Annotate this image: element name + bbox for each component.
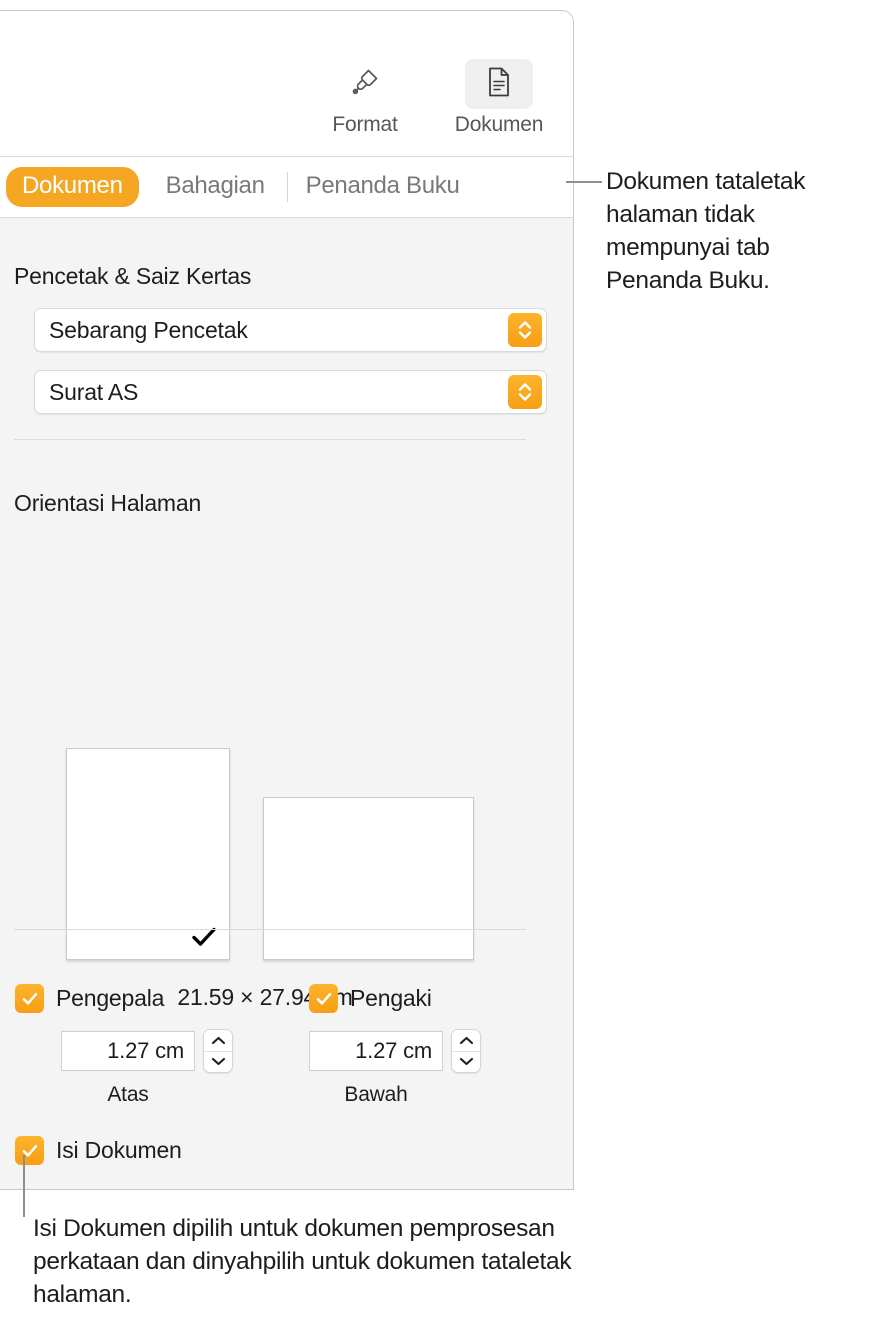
tab-penanda-buku[interactable]: Penanda Buku [306,167,460,207]
format-inspector-panel: Format Dokumen Dokumen Bahagian Penanda … [0,10,574,1190]
toolbar-button-format[interactable]: Format [299,59,431,137]
tab-bahagian[interactable]: Bahagian [166,167,265,207]
section-divider-2 [14,929,526,930]
printer-popup-value: Sebarang Pencetak [49,317,248,343]
checkbox-isi-dokumen[interactable] [15,1136,44,1165]
up-down-chevron-icon [508,375,542,409]
footer-margin-sublabel: Bawah [344,1083,408,1106]
checkmark-icon [22,992,37,1005]
up-down-chevron-icon [508,313,542,347]
checkbox-pengaki[interactable] [309,984,338,1013]
header-margin-value: 1.27 cm [107,1038,184,1063]
paper-size-popup-button[interactable]: Surat AS [34,370,547,414]
stepper-down-icon[interactable] [204,1052,232,1073]
section-divider-1 [14,439,526,440]
toolbar-button-format-label: Format [332,113,398,136]
printer-popup-button[interactable]: Sebarang Pencetak [34,308,547,352]
stepper-up-icon[interactable] [204,1030,232,1052]
header-margin-stepper[interactable] [203,1029,233,1073]
checkmark-icon [190,923,218,951]
checkbox-pengepala[interactable] [15,984,44,1013]
document-icon-wrap [465,59,533,109]
inspector-toolbar: Format Dokumen [0,11,573,156]
header-margin-input[interactable]: 1.27 cm [61,1031,195,1071]
footer-margin-value: 1.27 cm [355,1038,432,1063]
callout-document-body-text: Isi Dokumen dipilih untuk dokumen pempro… [33,1215,572,1308]
toolbar-button-dokumen[interactable]: Dokumen [433,59,565,137]
checkbox-isi-dokumen-label: Isi Dokumen [56,1137,182,1163]
footer-margin-stepper[interactable] [451,1029,481,1073]
tab-dokumen[interactable]: Dokumen [6,167,139,207]
callout-leader-line-bookmarks [566,181,602,183]
orientation-section-title: Orientasi Halaman [14,490,202,516]
callout-bookmarks-tab-text: Dokumen tataletak halaman tidak mempunya… [606,168,806,294]
tab-separator [286,172,288,202]
paintbrush-icon [348,65,382,104]
header-margin-sublabel: Atas [107,1083,149,1106]
inspector-content: Pencetak & Saiz Kertas Sebarang Pencetak… [0,218,573,1189]
document-icon [484,65,514,104]
checkbox-pengepala-label: Pengepala [56,985,165,1011]
callout-leader-line-body [23,1155,25,1217]
toolbar-button-dokumen-label: Dokumen [454,113,544,136]
checkmark-icon [316,992,331,1005]
checkbox-pengaki-label: Pengaki [350,985,432,1011]
printer-paper-section-title: Pencetak & Saiz Kertas [14,263,252,289]
paper-size-popup-value: Surat AS [49,379,139,405]
inspector-tab-bar: Dokumen Bahagian Penanda Buku [0,156,573,218]
footer-margin-input[interactable]: 1.27 cm [309,1031,443,1071]
paintbrush-icon-wrap [331,59,399,109]
orientation-landscape-option[interactable] [263,797,474,960]
stepper-down-icon[interactable] [452,1052,480,1073]
stepper-up-icon[interactable] [452,1030,480,1052]
